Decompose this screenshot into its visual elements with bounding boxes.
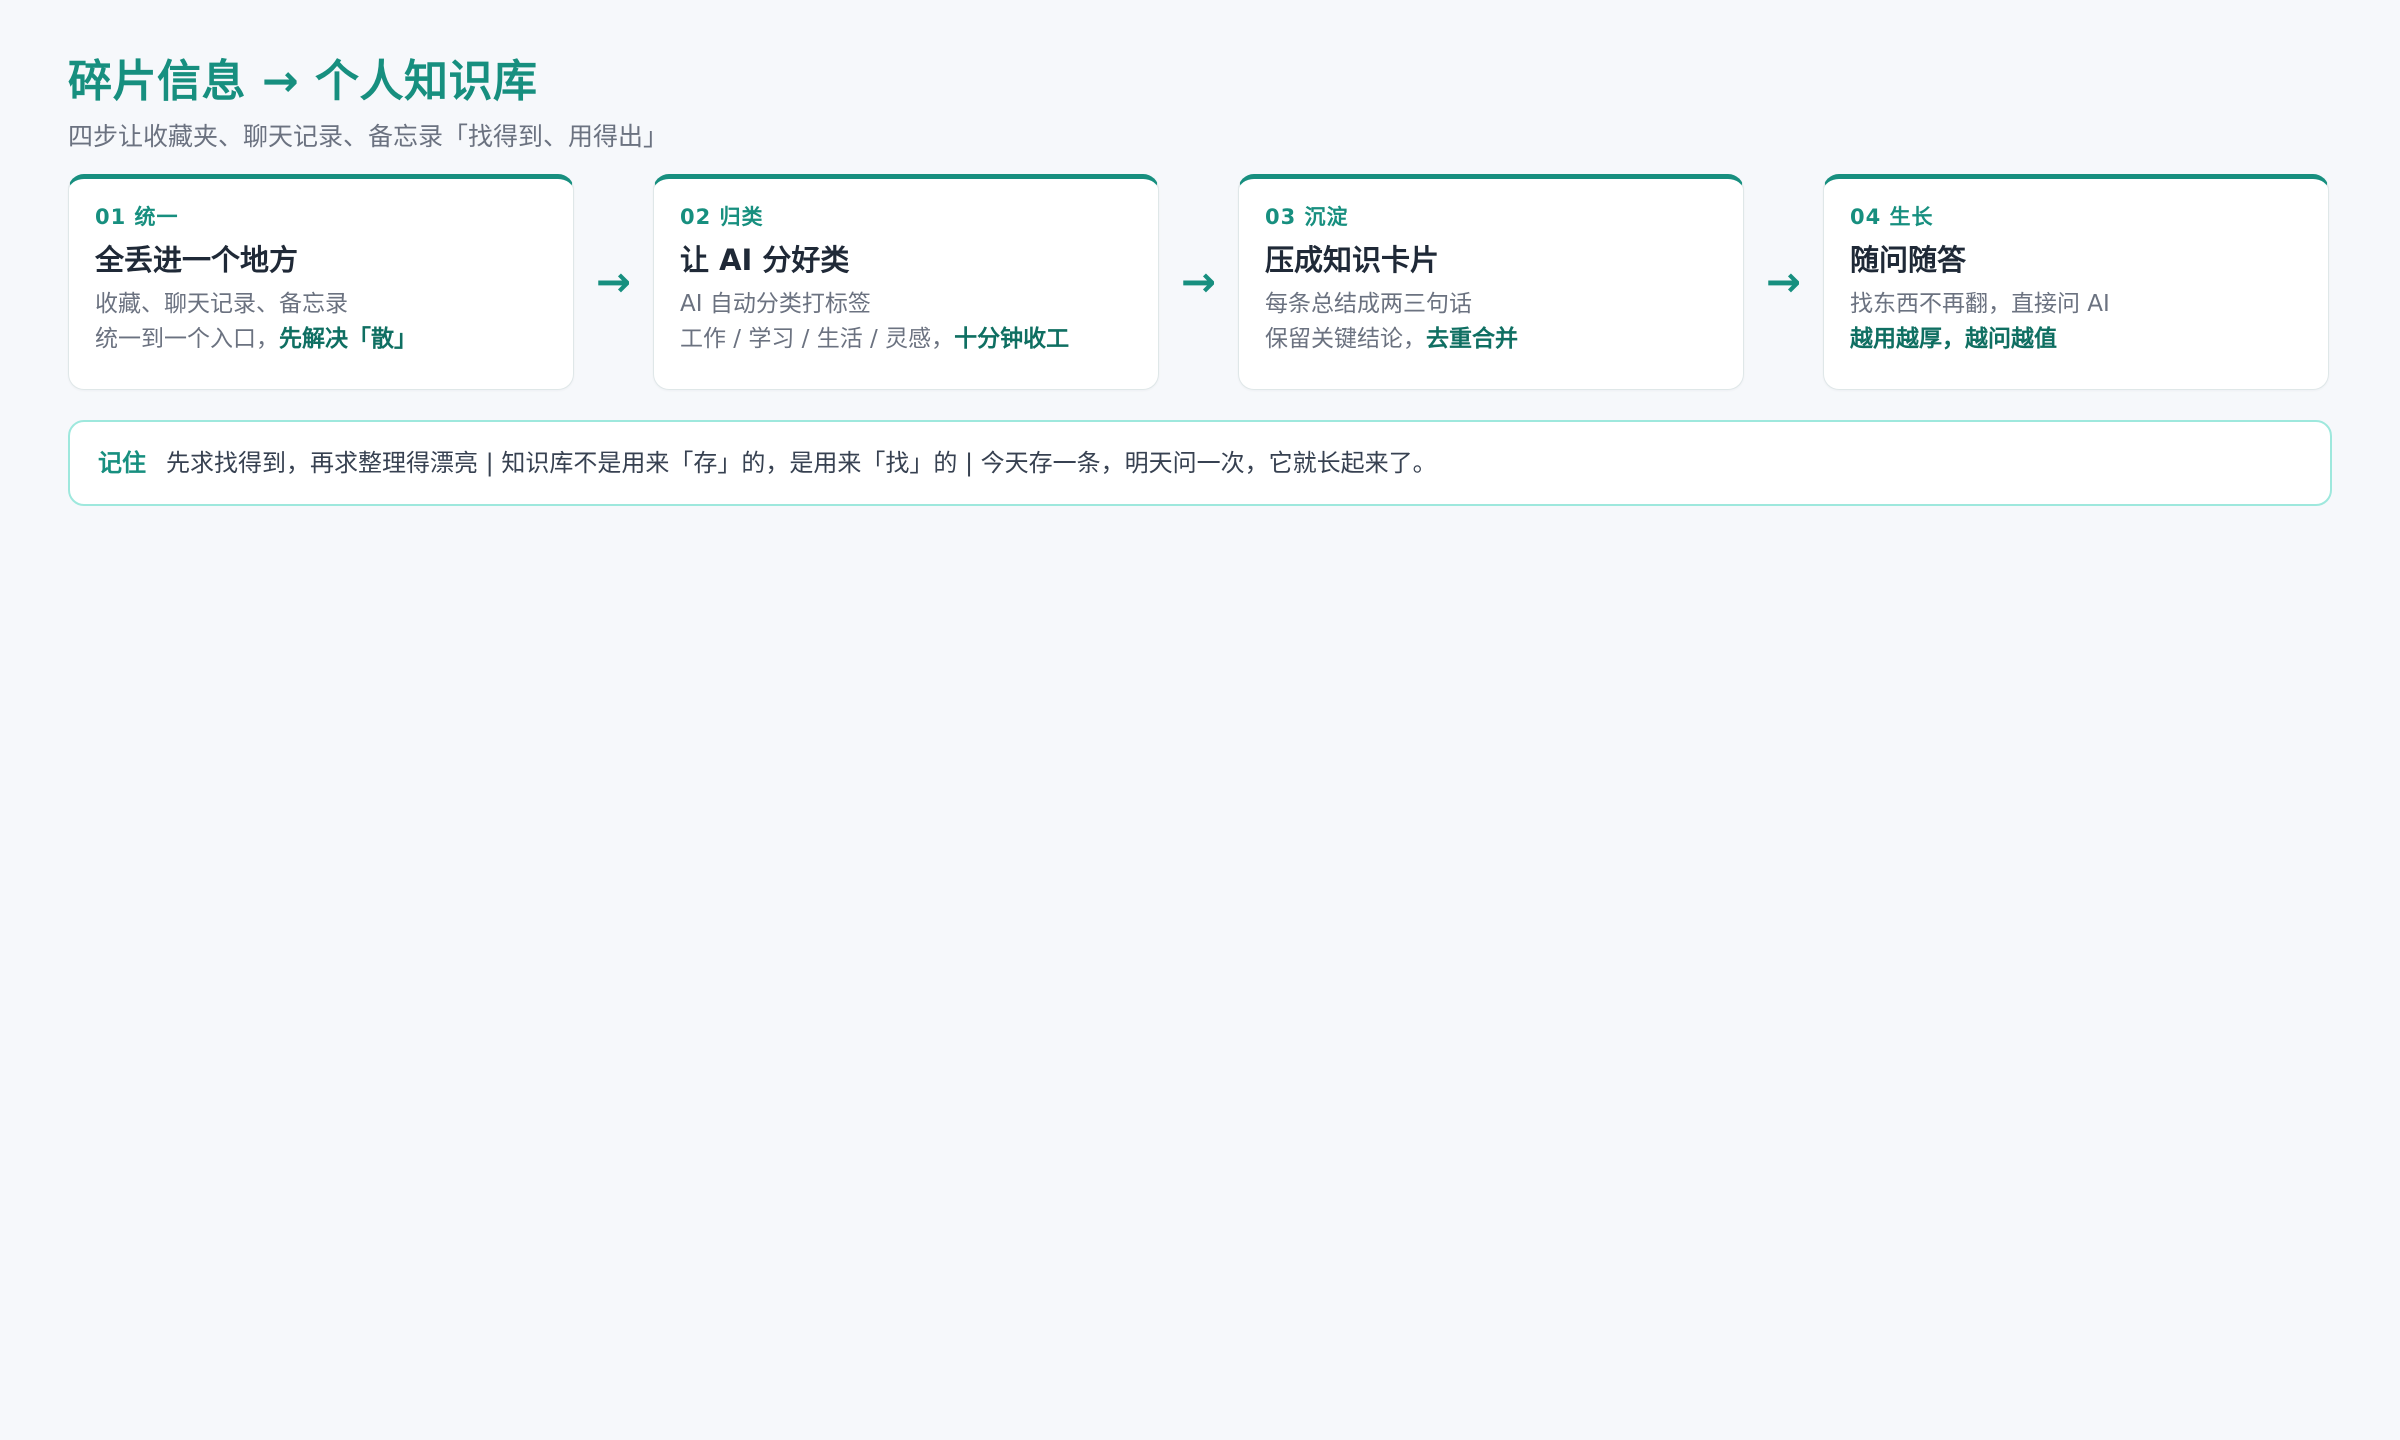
step-title: 全丢进一个地方	[95, 243, 299, 277]
step-description-emphasis: 十分钟收工	[954, 326, 1070, 352]
step-title: 让 AI 分好类	[680, 243, 850, 277]
step-card-distill: 03 沉淀 压成知识卡片 每条总结成两三句话 保留关键结论，去重合并	[1238, 174, 1744, 390]
step-tag: 02 归类	[680, 205, 764, 229]
step-tag: 04 生长	[1850, 205, 1934, 229]
flow-arrow-icon: →	[595, 257, 632, 306]
flow-arrow-icon: →	[1180, 257, 1217, 306]
knowledge-flow-page: 碎片信息 → 个人知识库 四步让收藏夹、聊天记录、备忘录「找得到、用得出」 01…	[68, 52, 2332, 506]
step-description-emphasis: 越用越厚，越问越值	[1850, 326, 2057, 352]
step-description-line-1: 每条总结成两三句话	[1265, 291, 1472, 317]
step-card-categorize: 02 归类 让 AI 分好类 AI 自动分类打标签 工作 / 学习 / 生活 /…	[653, 174, 1159, 390]
note-text: 先求找得到，再求整理得漂亮 | 知识库不是用来「存」的，是用来「找」的 | 今天…	[166, 449, 1437, 477]
flow-arrow-icon: →	[1765, 257, 1802, 306]
page-subtitle: 四步让收藏夹、聊天记录、备忘录「找得到、用得出」	[68, 122, 669, 151]
page-title: 碎片信息 → 个人知识库	[68, 56, 538, 107]
step-description-emphasis: 去重合并	[1426, 326, 1518, 352]
step-description-line-2: 越用越厚，越问越值	[1850, 322, 2302, 357]
step-description-line-1: 收藏、聊天记录、备忘录	[95, 291, 348, 317]
step-title: 压成知识卡片	[1265, 243, 1440, 277]
step-description-prefix: 工作 / 学习 / 生活 / 灵感，	[680, 326, 955, 352]
step-title: 随问随答	[1850, 243, 1967, 277]
step-description-line-1: 找东西不再翻，直接问 AI	[1850, 291, 2110, 317]
step-description-line-2: 统一到一个入口，先解决「散」	[95, 322, 547, 357]
step-description-prefix: 统一到一个入口，	[95, 326, 279, 352]
step-description-line-2: 工作 / 学习 / 生活 / 灵感，十分钟收工	[680, 322, 1132, 357]
step-tag: 03 沉淀	[1265, 205, 1349, 229]
step-description-emphasis: 先解决「散」	[279, 326, 417, 352]
step-description-line-2: 保留关键结论，去重合并	[1265, 322, 1717, 357]
step-description-prefix: 保留关键结论，	[1265, 326, 1426, 352]
step-card-grow: 04 生长 随问随答 找东西不再翻，直接问 AI 越用越厚，越问越值	[1823, 174, 2329, 390]
step-tag: 01 统一	[95, 205, 179, 229]
remember-note: 记住 先求找得到，再求整理得漂亮 | 知识库不是用来「存」的，是用来「找」的 |…	[68, 420, 2332, 506]
step-description-line-1: AI 自动分类打标签	[680, 291, 871, 317]
steps-row: 01 统一 全丢进一个地方 收藏、聊天记录、备忘录 统一到一个入口，先解决「散」…	[68, 174, 2332, 390]
step-card-unify: 01 统一 全丢进一个地方 收藏、聊天记录、备忘录 统一到一个入口，先解决「散」	[68, 174, 574, 390]
note-label: 记住	[98, 449, 146, 477]
